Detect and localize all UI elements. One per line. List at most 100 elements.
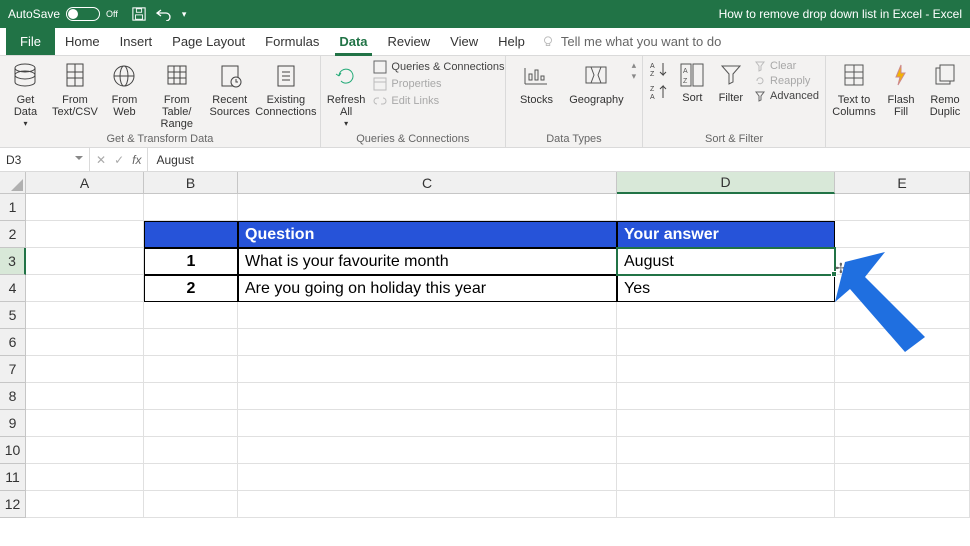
cell-A1[interactable] <box>26 194 144 221</box>
cell-B12[interactable] <box>144 491 238 518</box>
reapply-button[interactable]: Reapply <box>754 75 819 87</box>
row-header-8[interactable]: 8 <box>0 383 26 410</box>
table-row-question-2[interactable]: Are you going on holiday this year <box>238 275 617 302</box>
cell-E8[interactable] <box>835 383 970 410</box>
geography-button[interactable]: Geography <box>569 60 623 106</box>
enter-icon[interactable]: ✓ <box>114 153 124 167</box>
cell-E9[interactable] <box>835 410 970 437</box>
table-row-question-1[interactable]: What is your favourite month <box>238 248 617 275</box>
cell-A11[interactable] <box>26 464 144 491</box>
name-box[interactable]: D3 <box>0 148 90 171</box>
cell-E10[interactable] <box>835 437 970 464</box>
row-header-1[interactable]: 1 <box>0 194 26 221</box>
table-row-answer-1[interactable]: August <box>617 248 835 275</box>
from-table-range-button[interactable]: From Table/ Range <box>152 60 202 130</box>
tab-page-layout[interactable]: Page Layout <box>162 28 255 55</box>
cell-E12[interactable] <box>835 491 970 518</box>
cell-A8[interactable] <box>26 383 144 410</box>
cell-B1[interactable] <box>144 194 238 221</box>
tab-help[interactable]: Help <box>488 28 535 55</box>
clear-button[interactable]: Clear <box>754 60 819 72</box>
from-text-csv-button[interactable]: From Text/CSV <box>53 60 97 118</box>
column-header-D[interactable]: D <box>617 172 835 194</box>
cell-B9[interactable] <box>144 410 238 437</box>
cell-D11[interactable] <box>617 464 835 491</box>
redo-dropdown-icon[interactable]: ▾ <box>182 9 187 20</box>
cell-B8[interactable] <box>144 383 238 410</box>
flash-fill-button[interactable]: Flash Fill <box>884 60 918 118</box>
row-header-2[interactable]: 2 <box>0 221 26 248</box>
row-header-6[interactable]: 6 <box>0 329 26 356</box>
get-data-button[interactable]: Get Data ▾ <box>6 60 45 129</box>
advanced-button[interactable]: Advanced <box>754 90 819 102</box>
fx-icon[interactable]: fx <box>132 153 141 167</box>
existing-connections-button[interactable]: Existing Connections <box>258 60 314 118</box>
tab-data[interactable]: Data <box>329 28 377 55</box>
cells-area[interactable]: QuestionYour answer1What is your favouri… <box>26 194 970 546</box>
cell-D5[interactable] <box>617 302 835 329</box>
column-header-A[interactable]: A <box>26 172 144 194</box>
cell-D1[interactable] <box>617 194 835 221</box>
cell-A3[interactable] <box>26 248 144 275</box>
row-header-9[interactable]: 9 <box>0 410 26 437</box>
tab-view[interactable]: View <box>440 28 488 55</box>
cell-E7[interactable] <box>835 356 970 383</box>
cell-B6[interactable] <box>144 329 238 356</box>
cell-B10[interactable] <box>144 437 238 464</box>
tab-formulas[interactable]: Formulas <box>255 28 329 55</box>
cell-A7[interactable] <box>26 356 144 383</box>
cell-C10[interactable] <box>238 437 617 464</box>
cell-C6[interactable] <box>238 329 617 356</box>
filter-button[interactable]: Filter <box>716 60 746 104</box>
tab-home[interactable]: Home <box>55 28 110 55</box>
cell-A2[interactable] <box>26 221 144 248</box>
cell-C5[interactable] <box>238 302 617 329</box>
sort-button[interactable]: AZ Sort <box>677 60 707 104</box>
autosave-toggle[interactable]: AutoSave Off <box>8 7 118 21</box>
tab-insert[interactable]: Insert <box>110 28 163 55</box>
refresh-all-button[interactable]: Refresh All ▾ <box>327 60 366 129</box>
cell-D12[interactable] <box>617 491 835 518</box>
cell-C8[interactable] <box>238 383 617 410</box>
cell-D6[interactable] <box>617 329 835 356</box>
sort-za-button[interactable]: ZA <box>649 83 669 104</box>
cell-A10[interactable] <box>26 437 144 464</box>
cell-A12[interactable] <box>26 491 144 518</box>
cell-A4[interactable] <box>26 275 144 302</box>
cell-A5[interactable] <box>26 302 144 329</box>
cell-A6[interactable] <box>26 329 144 356</box>
remove-duplicates-button[interactable]: RemoDuplic <box>926 60 964 118</box>
select-all-corner[interactable] <box>0 172 26 194</box>
save-icon[interactable] <box>132 7 146 21</box>
cell-D7[interactable] <box>617 356 835 383</box>
formula-input[interactable]: August <box>148 148 970 171</box>
row-header-5[interactable]: 5 <box>0 302 26 329</box>
table-row-num-1[interactable]: 1 <box>144 248 238 275</box>
cell-D10[interactable] <box>617 437 835 464</box>
cell-E2[interactable] <box>835 221 970 248</box>
edit-links-button[interactable]: Edit Links <box>373 94 504 108</box>
column-header-C[interactable]: C <box>238 172 617 194</box>
row-header-11[interactable]: 11 <box>0 464 26 491</box>
text-to-columns-button[interactable]: Text to Columns <box>832 60 876 118</box>
cell-C12[interactable] <box>238 491 617 518</box>
cancel-icon[interactable]: ✕ <box>96 153 106 167</box>
cell-C1[interactable] <box>238 194 617 221</box>
column-header-B[interactable]: B <box>144 172 238 194</box>
sort-az-button[interactable]: AZ <box>649 60 669 81</box>
tab-file[interactable]: File <box>6 28 55 55</box>
cell-E1[interactable] <box>835 194 970 221</box>
cell-D8[interactable] <box>617 383 835 410</box>
stocks-button[interactable]: Stocks <box>512 60 561 106</box>
properties-button[interactable]: Properties <box>373 77 504 91</box>
table-row-answer-2[interactable]: Yes <box>617 275 835 302</box>
tell-me-search[interactable]: Tell me what you want to do <box>541 28 970 55</box>
queries-connections-button[interactable]: Queries & Connections <box>373 60 504 74</box>
cell-C11[interactable] <box>238 464 617 491</box>
cell-C7[interactable] <box>238 356 617 383</box>
cell-D9[interactable] <box>617 410 835 437</box>
row-header-12[interactable]: 12 <box>0 491 26 518</box>
row-header-4[interactable]: 4 <box>0 275 26 302</box>
table-header-answer[interactable]: Your answer <box>617 221 835 248</box>
cell-B5[interactable] <box>144 302 238 329</box>
